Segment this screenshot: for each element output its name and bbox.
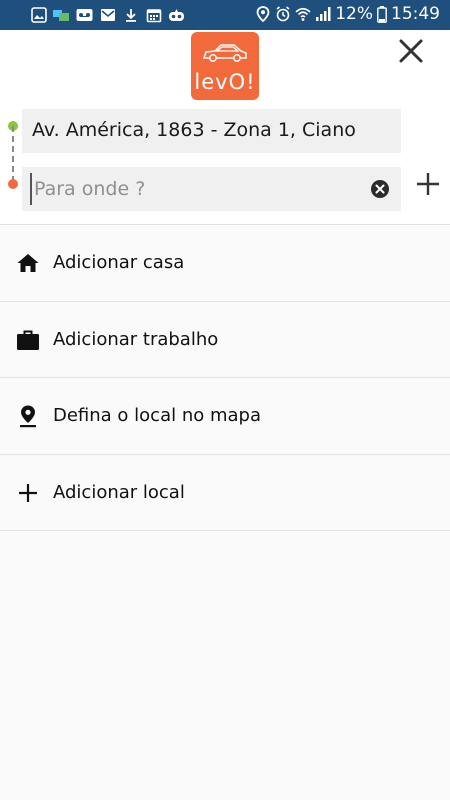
- voicemail-icon: [76, 6, 93, 23]
- signal-icon: [315, 6, 331, 22]
- wifi-icon: [295, 6, 311, 22]
- briefcase-icon: [17, 330, 39, 350]
- clock: 15:49: [391, 4, 440, 24]
- battery-icon: [377, 5, 387, 23]
- alarm-icon: [275, 6, 291, 22]
- location-icon: [255, 6, 271, 22]
- clear-icon[interactable]: [370, 179, 390, 199]
- email-icon: [99, 6, 116, 23]
- option-label: Defina o local no mapa: [53, 405, 261, 426]
- battery-percentage: 12%: [335, 4, 373, 24]
- app-icon: [168, 6, 185, 23]
- map-pin-icon: [20, 405, 36, 428]
- messages-icon: [53, 6, 70, 23]
- system-icons: 12% 15:49: [255, 4, 440, 24]
- notification-icons: [30, 6, 185, 23]
- app-logo: levO!: [191, 32, 259, 100]
- route-header: levO! Av. América, 1863 - Zona 1, Cianor…: [0, 30, 450, 225]
- close-icon: [399, 39, 423, 63]
- place-options-list: Adicionar casa Adicionar trabalho Defina…: [0, 225, 450, 531]
- option-label: Adicionar trabalho: [53, 328, 219, 350]
- car-icon: [202, 44, 247, 62]
- download-icon: [122, 6, 139, 23]
- set-on-map-option[interactable]: Defina o local no mapa: [0, 378, 450, 455]
- destination-input[interactable]: [30, 173, 360, 205]
- status-bar: 12% 15:49: [0, 0, 450, 30]
- destination-dot: [8, 179, 18, 189]
- add-home-option[interactable]: Adicionar casa: [0, 225, 450, 302]
- origin-address: Av. América, 1863 - Zona 1, Cianorte: [32, 119, 357, 141]
- logo-text: levO!: [194, 70, 256, 94]
- origin-field[interactable]: Av. América, 1863 - Zona 1, Cianorte: [22, 109, 401, 153]
- add-place-option[interactable]: Adicionar local: [0, 455, 450, 531]
- close-button[interactable]: [398, 38, 424, 64]
- home-icon: [17, 254, 39, 272]
- plus-icon: [19, 483, 37, 502]
- add-work-option[interactable]: Adicionar trabalho: [0, 302, 450, 378]
- route-connector: [12, 126, 14, 182]
- option-label: Adicionar casa: [53, 252, 185, 273]
- add-stop-icon[interactable]: [415, 171, 441, 197]
- calendar-icon: [145, 6, 162, 23]
- destination-field[interactable]: [22, 167, 401, 211]
- option-label: Adicionar local: [53, 481, 185, 503]
- image-icon: [30, 6, 47, 23]
